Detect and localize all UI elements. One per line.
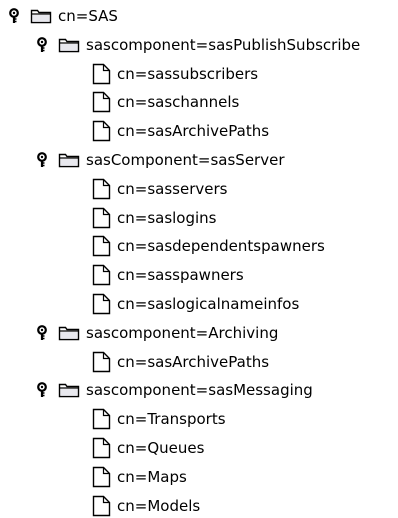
tree-folder-node[interactable]: sascomponent=sasMessaging <box>36 378 314 402</box>
document-icon <box>92 91 111 113</box>
folder-icon <box>58 37 80 53</box>
folder-icon <box>58 325 80 341</box>
tree-folder-label[interactable]: sascomponent=sasMessaging <box>85 380 314 400</box>
directory-tree: cn=SAS sascomponent=sasPublishSubscribe cn… <box>0 0 398 517</box>
document-icon <box>92 207 111 229</box>
tree-leaf-label[interactable]: cn=saslogicalnameinfos <box>116 294 300 314</box>
tree-leaf-node[interactable]: cn=saslogins <box>92 206 218 230</box>
document-icon <box>92 495 111 517</box>
tree-leaf-node[interactable]: cn=sasArchivePaths <box>92 119 270 143</box>
tree-leaf-node[interactable]: cn=Queues <box>92 436 205 460</box>
expand-toggle-icon[interactable] <box>8 8 22 24</box>
tree-folder-node[interactable]: sasComponent=sasServer <box>36 148 286 172</box>
expand-toggle-icon[interactable] <box>36 152 50 168</box>
tree-leaf-label[interactable]: cn=saslogins <box>116 208 218 228</box>
tree-leaf-node[interactable]: cn=Transports <box>92 407 227 431</box>
document-icon <box>92 408 111 430</box>
document-icon <box>92 351 111 373</box>
document-icon <box>92 437 111 459</box>
tree-leaf-label[interactable]: cn=Queues <box>116 438 205 458</box>
folder-icon <box>58 152 80 168</box>
tree-folder-label[interactable]: sascomponent=sasPublishSubscribe <box>85 35 361 55</box>
tree-leaf-node[interactable]: cn=saschannels <box>92 90 240 114</box>
tree-leaf-label[interactable]: cn=sassubscribers <box>116 64 259 84</box>
tree-folder-label[interactable]: cn=SAS <box>57 6 119 26</box>
tree-leaf-label[interactable]: cn=sasservers <box>116 179 228 199</box>
tree-folder-node[interactable]: cn=SAS <box>8 4 119 28</box>
tree-leaf-label[interactable]: cn=sasArchivePaths <box>116 352 270 372</box>
tree-folder-node[interactable]: sascomponent=Archiving <box>36 321 279 345</box>
tree-folder-label[interactable]: sasComponent=sasServer <box>85 150 286 170</box>
document-icon <box>92 466 111 488</box>
folder-icon <box>30 8 52 24</box>
tree-leaf-label[interactable]: cn=sasspawners <box>116 265 245 285</box>
tree-leaf-node[interactable]: cn=saslogicalnameinfos <box>92 292 300 316</box>
tree-leaf-label[interactable]: cn=Transports <box>116 409 227 429</box>
expand-toggle-icon[interactable] <box>36 382 50 398</box>
document-icon <box>92 120 111 142</box>
tree-leaf-node[interactable]: cn=sasservers <box>92 177 228 201</box>
expand-toggle-icon[interactable] <box>36 324 50 341</box>
tree-leaf-label[interactable]: cn=Maps <box>116 467 188 487</box>
tree-leaf-label[interactable]: cn=saschannels <box>116 92 240 112</box>
tree-folder-label[interactable]: sascomponent=Archiving <box>85 323 279 343</box>
tree-leaf-node[interactable]: cn=sassubscribers <box>92 62 259 86</box>
tree-leaf-node[interactable]: cn=sasArchivePaths <box>92 350 270 374</box>
document-icon <box>92 178 111 200</box>
document-icon <box>92 264 111 286</box>
tree-folder-node[interactable]: sascomponent=sasPublishSubscribe <box>36 33 361 57</box>
tree-leaf-label[interactable]: cn=sasdependentspawners <box>116 236 326 256</box>
tree-leaf-node[interactable]: cn=sasspawners <box>92 263 245 287</box>
tree-leaf-node[interactable]: cn=sasdependentspawners <box>92 234 326 258</box>
expand-toggle-icon[interactable] <box>36 36 50 53</box>
folder-icon <box>58 382 80 398</box>
tree-leaf-label[interactable]: cn=Models <box>116 496 201 516</box>
document-icon <box>92 235 111 257</box>
tree-leaf-label[interactable]: cn=sasArchivePaths <box>116 121 270 141</box>
tree-leaf-node[interactable]: cn=Maps <box>92 465 188 489</box>
document-icon <box>92 293 111 315</box>
document-icon <box>92 63 111 85</box>
